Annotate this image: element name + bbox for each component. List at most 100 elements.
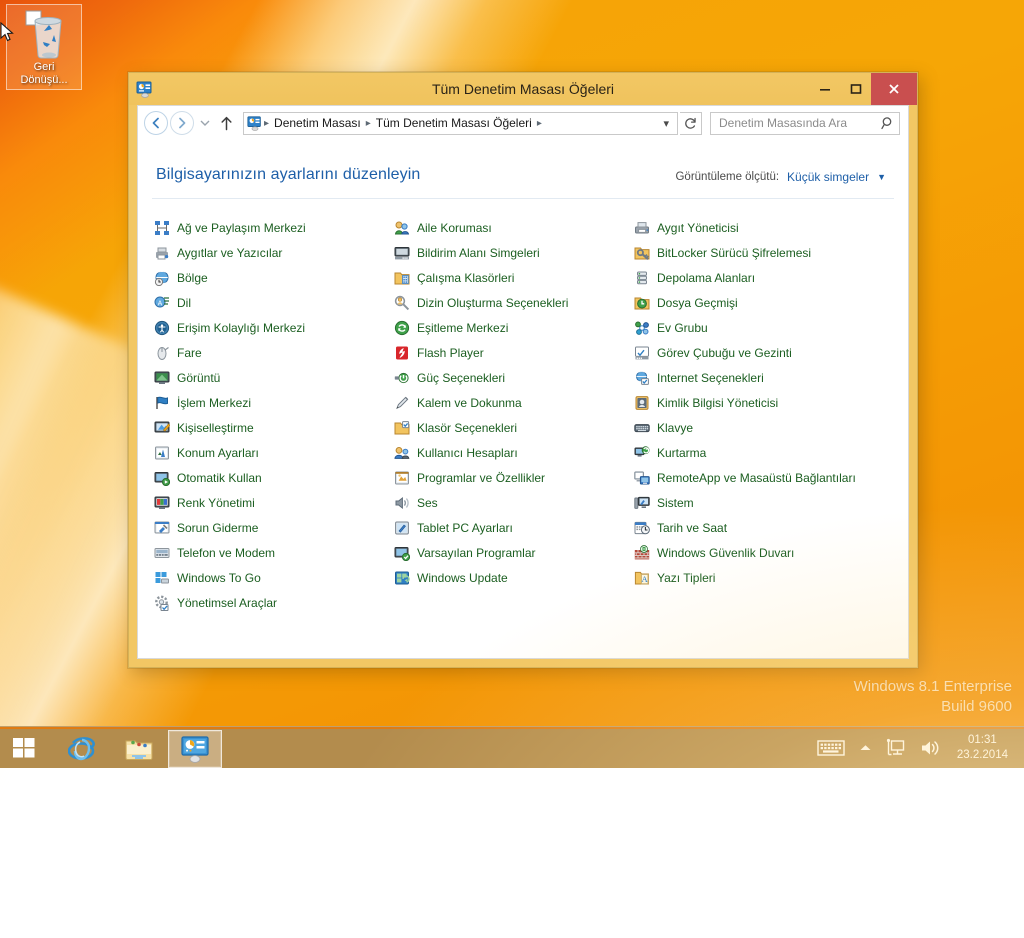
view-by-value[interactable]: Küçük simgeler [787, 170, 869, 184]
content-area: Bilgisayarınızın ayarlarını düzenleyin G… [138, 140, 908, 658]
view-by-selector[interactable]: Görüntüleme ölçütü: Küçük simgeler ▼ [675, 166, 886, 184]
control-panel-item-label: Ses [417, 496, 438, 510]
caret-down-icon[interactable]: ▼ [877, 172, 886, 182]
recent-locations-button[interactable] [196, 111, 213, 135]
taskbar-button-internet-explorer[interactable] [56, 730, 110, 768]
control-panel-item[interactable]: Yönetimsel Araçlar [152, 590, 392, 615]
control-panel-item[interactable]: Programlar ve Özellikler [392, 465, 632, 490]
control-panel-item[interactable]: ADil [152, 290, 392, 315]
troubleshooting-icon [154, 520, 170, 536]
window-titlebar[interactable]: Tüm Denetim Masası Öğeleri [129, 73, 917, 105]
network-icon [886, 738, 906, 758]
control-panel-item[interactable]: Dizin Oluşturma Seçenekleri [392, 290, 632, 315]
back-button[interactable] [144, 111, 168, 135]
close-button[interactable] [871, 73, 917, 105]
control-panel-item[interactable]: Aile Koruması [392, 215, 632, 240]
control-panel-item[interactable]: Sistem [632, 490, 894, 515]
control-panel-item[interactable]: Klavye [632, 415, 894, 440]
desktop[interactable]: Geri Dönüşü... Windows 8.1 Enterprise Bu… [0, 0, 1024, 768]
control-panel-item[interactable]: Çalışma Klasörleri [392, 265, 632, 290]
control-panel-item[interactable]: Bildirim Alanı Simgeleri [392, 240, 632, 265]
control-panel-item[interactable]: BitLocker Sürücü Şifrelemesi [632, 240, 894, 265]
control-panel-item[interactable]: Tarih ve Saat [632, 515, 894, 540]
maximize-button[interactable] [840, 73, 871, 105]
control-panel-item[interactable]: Tablet PC Ayarları [392, 515, 632, 540]
window-buttons[interactable] [809, 73, 917, 105]
address-dropdown-icon[interactable]: ▾ [660, 117, 675, 130]
control-panel-item[interactable]: Görüntü [152, 365, 392, 390]
control-panel-item[interactable]: Kimlik Bilgisi Yöneticisi [632, 390, 894, 415]
tray-show-hidden-icons-button[interactable] [852, 727, 879, 769]
control-panel-item[interactable]: Flash Player [392, 340, 632, 365]
control-panel-item[interactable]: Kalem ve Dokunma [392, 390, 632, 415]
control-panel-item[interactable]: Eşitleme Merkezi [392, 315, 632, 340]
breadcrumb-item-all-items[interactable]: Tüm Denetim Masası Öğeleri [372, 116, 536, 130]
control-panel-item[interactable]: Aygıt Yöneticisi [632, 215, 894, 240]
control-panel-item[interactable]: Renk Yönetimi [152, 490, 392, 515]
color-management-icon [154, 495, 170, 511]
control-panel-item[interactable]: Konum Ayarları [152, 440, 392, 465]
breadcrumb-item-control-panel[interactable]: Denetim Masası [270, 116, 365, 130]
control-panel-window[interactable]: Tüm Denetim Masası Öğeleri [128, 72, 918, 668]
tray-network-button[interactable] [879, 727, 913, 769]
address-bar[interactable]: ▸ Denetim Masası ▸ Tüm Denetim Masası Öğ… [243, 112, 678, 135]
tray-touch-keyboard-button[interactable] [810, 727, 852, 769]
up-button[interactable] [215, 111, 237, 135]
tray-volume-button[interactable] [913, 727, 949, 769]
control-panel-item[interactable]: Kişiselleştirme [152, 415, 392, 440]
control-panel-item[interactable]: Internet Seçenekleri [632, 365, 894, 390]
control-panel-item[interactable]: Windows Güvenlik Duvarı [632, 540, 894, 565]
control-panel-item[interactable]: RemoteApp ve Masaüstü Bağlantıları [632, 465, 894, 490]
control-panel-item[interactable]: Güç Seçenekleri [392, 365, 632, 390]
control-panel-item[interactable]: Bölge [152, 265, 392, 290]
control-panel-item-label: Yönetimsel Araçlar [177, 596, 277, 610]
control-panel-item-label: Renk Yönetimi [177, 496, 255, 510]
control-panel-item-label: Klasör Seçenekleri [417, 421, 517, 435]
control-panel-item[interactable]: Aygıtlar ve Yazıcılar [152, 240, 392, 265]
control-panel-item[interactable]: Telefon ve Modem [152, 540, 392, 565]
control-panel-item-label: Tablet PC Ayarları [417, 521, 513, 535]
control-panel-item[interactable]: İşlem Merkezi [152, 390, 392, 415]
start-button[interactable] [0, 727, 48, 768]
control-panel-item-label: Programlar ve Özellikler [417, 471, 545, 485]
taskbar[interactable]: 01:31 23.2.2014 [0, 726, 1024, 768]
fonts-icon: A [634, 570, 650, 586]
internet-options-icon [634, 370, 650, 386]
control-panel-item[interactable]: Fare [152, 340, 392, 365]
control-panel-item[interactable]: AYazı Tipleri [632, 565, 894, 590]
flash-player-icon [394, 345, 410, 361]
control-panel-item[interactable]: Görev Çubuğu ve Gezinti [632, 340, 894, 365]
search-box[interactable] [710, 112, 900, 135]
control-panel-item[interactable]: Windows Update [392, 565, 632, 590]
control-panel-item[interactable]: Windows To Go [152, 565, 392, 590]
control-panel-item[interactable]: Ses [392, 490, 632, 515]
keyboard-icon [634, 420, 650, 436]
forward-button[interactable] [170, 111, 194, 135]
tablet-pc-settings-icon [394, 520, 410, 536]
control-panel-item[interactable]: Sorun Giderme [152, 515, 392, 540]
control-panel-item[interactable]: Dosya Geçmişi [632, 290, 894, 315]
taskbar-button-file-explorer[interactable] [112, 730, 166, 768]
date-time-icon [634, 520, 650, 536]
control-panel-item[interactable]: Kurtarma [632, 440, 894, 465]
control-panel-item[interactable]: Otomatik Kullan [152, 465, 392, 490]
search-input[interactable] [719, 116, 881, 130]
control-panel-item[interactable]: Klasör Seçenekleri [392, 415, 632, 440]
refresh-button[interactable] [680, 112, 702, 135]
control-panel-item[interactable]: Depolama Alanları [632, 265, 894, 290]
control-panel-item[interactable]: Kullanıcı Hesapları [392, 440, 632, 465]
control-panel-item[interactable]: Erişim Kolaylığı Merkezi [152, 315, 392, 340]
control-panel-item[interactable]: Ağ ve Paylaşım Merkezi [152, 215, 392, 240]
breadcrumb-separator-icon: ▸ [536, 118, 543, 129]
volume-icon [920, 738, 942, 758]
control-panel-item[interactable]: Varsayılan Programlar [392, 540, 632, 565]
taskbar-button-control-panel[interactable] [168, 730, 222, 768]
control-panel-item-label: Windows Update [417, 571, 508, 585]
minimize-button[interactable] [809, 73, 840, 105]
search-icon[interactable] [881, 116, 895, 130]
control-panel-item[interactable]: Ev Grubu [632, 315, 894, 340]
taskbar-clock[interactable]: 01:31 23.2.2014 [949, 733, 1018, 763]
chevron-up-icon [859, 743, 872, 753]
desktop-icon-recycle-bin[interactable]: Geri Dönüşü... [6, 4, 82, 90]
control-panel-item-label: Kalem ve Dokunma [417, 396, 522, 410]
